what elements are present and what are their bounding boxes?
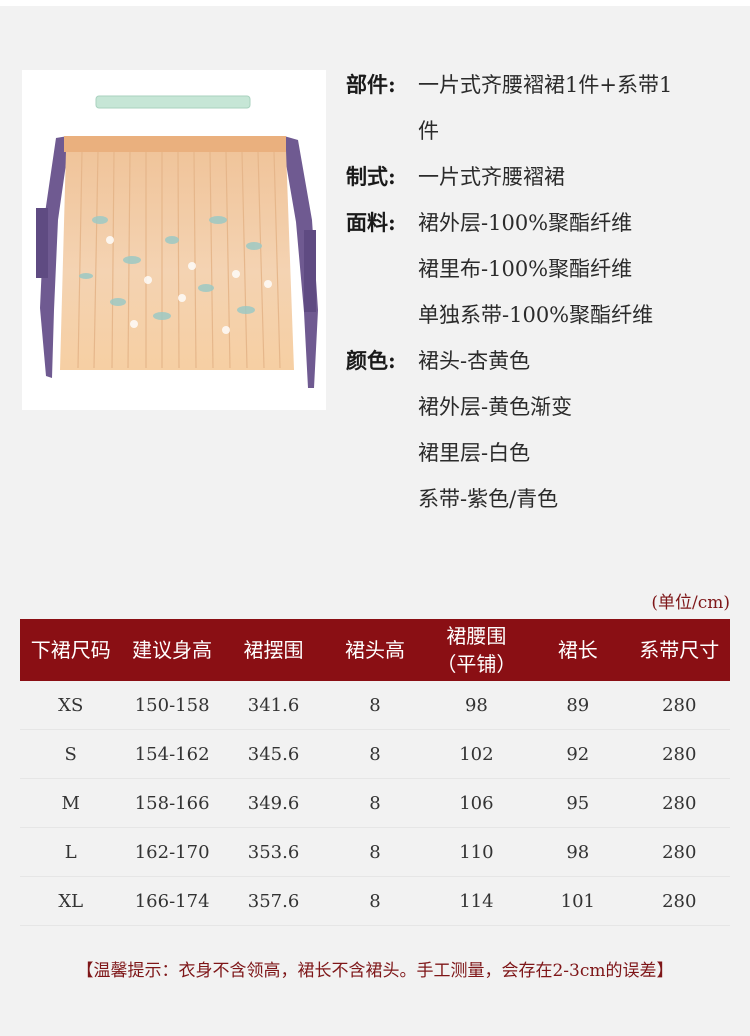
- spec-key: 制式:: [346, 164, 396, 189]
- table-cell: 280: [628, 681, 730, 730]
- table-cell: 341.6: [222, 681, 325, 730]
- header-waist: 裙腰围 （平铺）: [426, 619, 527, 681]
- spec-value: 件: [418, 119, 439, 143]
- table-cell: 353.6: [222, 827, 325, 877]
- table-cell: L: [20, 827, 122, 877]
- spec-key: 面料:: [346, 210, 396, 235]
- table-row: XS 150-158 341.6 8 98 89 280: [20, 681, 730, 730]
- spec-value: 裙外层-100%聚酯纤维: [418, 211, 633, 235]
- table-cell: 8: [324, 729, 426, 779]
- table-cell: 349.6: [222, 778, 325, 828]
- table-cell: 357.6: [222, 876, 325, 926]
- table-cell: 101: [527, 876, 629, 926]
- table-row: S 154-162 345.6 8 102 92 280: [20, 729, 730, 779]
- spec-row-style: 制式: 一片式齐腰褶裙: [346, 154, 736, 200]
- table-cell: 280: [628, 827, 730, 877]
- spec-list: 部件: 一片式齐腰褶裙1件+系带1 件 制式: 一片式齐腰褶裙 面料: 裙外层-…: [346, 62, 736, 522]
- spec-row-color: 颜色: 裙头-杏黄色 裙外层-黄色渐变 裙里层-白色 系带-紫色/青色: [346, 338, 736, 522]
- skirt-illustration: [36, 95, 318, 388]
- table-cell: S: [20, 729, 122, 779]
- header-height: 建议身高: [132, 638, 213, 662]
- table-cell: 8: [324, 827, 426, 877]
- spec-row-parts: 部件: 一片式齐腰褶裙1件+系带1 件: [346, 62, 736, 154]
- header-size: 下裙尺码: [30, 638, 111, 662]
- header-hem: 裙摆围: [243, 638, 304, 662]
- table-cell: 280: [628, 778, 730, 828]
- top-strip: [0, 0, 750, 6]
- table-cell: 8: [324, 876, 426, 926]
- header-waistband-height: 裙头高: [344, 638, 405, 662]
- table-cell: 98: [527, 827, 629, 877]
- table-cell: 102: [425, 729, 528, 779]
- table-cell: 114: [425, 876, 528, 926]
- spec-value: 裙头-杏黄色: [418, 349, 531, 373]
- table-cell: 162-170: [121, 827, 223, 877]
- table-cell: 95: [527, 778, 629, 828]
- spec-row-fabric: 面料: 裙外层-100%聚酯纤维 裙里布-100%聚酯纤维 单独系带-100%聚…: [346, 200, 736, 338]
- table-cell: 98: [425, 681, 528, 730]
- header-tie: 系带尺寸: [639, 638, 720, 662]
- table-cell: 158-166: [121, 778, 223, 828]
- table-cell: 280: [628, 729, 730, 779]
- table-cell: 106: [425, 778, 528, 828]
- table-cell: 89: [527, 681, 629, 730]
- spec-value: 系带-紫色/青色: [418, 487, 559, 511]
- table-cell: 110: [425, 827, 528, 877]
- table-row: M 158-166 349.6 8 106 95 280: [20, 778, 730, 828]
- warm-tip: 【温馨提示：衣身不含领高，裙长不含裙头。手工测量，会存在2-3cm的误差】: [76, 961, 674, 981]
- table-cell: XL: [20, 876, 122, 926]
- header-waist-line1: 裙腰围: [446, 624, 507, 648]
- table-cell: 92: [527, 729, 629, 779]
- table-cell: 166-174: [121, 876, 223, 926]
- spec-key: 部件:: [346, 72, 396, 97]
- table-row: L 162-170 353.6 8 110 98 280: [20, 827, 730, 877]
- spec-value: 一片式齐腰褶裙: [418, 165, 565, 189]
- spec-value: 裙里布-100%聚酯纤维: [418, 257, 633, 281]
- table-cell: 345.6: [222, 729, 325, 779]
- unit-note: (单位/cm): [651, 593, 730, 613]
- tie-band-mint: [95, 95, 251, 109]
- spec-value: 裙里层-白色: [418, 441, 531, 465]
- header-length: 裙长: [557, 638, 598, 662]
- table-cell: XS: [20, 681, 122, 730]
- table-cell: 8: [324, 778, 426, 828]
- table-cell: M: [20, 778, 122, 828]
- table-cell: 150-158: [121, 681, 223, 730]
- skirt-waistband: [64, 136, 286, 152]
- spec-value: 裙外层-黄色渐变: [418, 395, 573, 419]
- table-cell: 8: [324, 681, 426, 730]
- table-cell: 154-162: [121, 729, 223, 779]
- table-cell: 280: [628, 876, 730, 926]
- header-waist-line2: （平铺）: [436, 652, 517, 676]
- product-photo: [22, 70, 326, 410]
- size-table: 下裙尺码 建议身高 裙摆围 裙头高 裙腰围 （平铺） 裙长 系带尺寸 XS 15…: [20, 619, 730, 926]
- table-header-row: 下裙尺码 建议身高 裙摆围 裙头高 裙腰围 （平铺） 裙长 系带尺寸: [20, 619, 730, 681]
- spec-value: 单独系带-100%聚酯纤维: [418, 303, 654, 327]
- spec-key: 颜色:: [346, 348, 396, 373]
- spec-value: 一片式齐腰褶裙1件+系带1: [418, 73, 673, 97]
- table-row: XL 166-174 357.6 8 114 101 280: [20, 876, 730, 926]
